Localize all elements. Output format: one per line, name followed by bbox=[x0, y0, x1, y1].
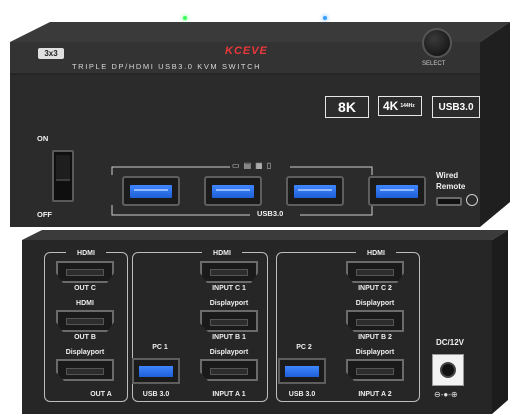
usb30-port-pc1[interactable] bbox=[132, 358, 180, 384]
out-a-label: OUT A bbox=[90, 391, 112, 398]
dp-label-a2: Displayport bbox=[355, 349, 395, 356]
dp-port-input-b2[interactable] bbox=[346, 310, 404, 332]
hdmi-label-out-b: HDMI bbox=[76, 300, 94, 307]
select-label: SELECT bbox=[422, 61, 446, 67]
dp-port-input-a1[interactable] bbox=[200, 359, 258, 381]
badge-4k-text: 4K bbox=[383, 99, 399, 113]
hdmi-port-out-b[interactable] bbox=[56, 310, 114, 332]
hdmi-label-out-c: HDMI bbox=[66, 250, 106, 257]
polarity-icon: ⊖-●-⊕ bbox=[434, 390, 458, 399]
product-title: TRIPLE DP/HDMI USB3.0 KVM SWITCH bbox=[72, 62, 262, 71]
input-a1-label: INPUT A 1 bbox=[212, 391, 246, 398]
usb-port-1[interactable] bbox=[122, 176, 180, 206]
input-a2-label: INPUT A 2 bbox=[358, 391, 392, 398]
dc-jack-hole bbox=[440, 362, 456, 378]
input-b2-label: INPUT B 2 bbox=[358, 334, 392, 341]
input-b1-label: INPUT B 1 bbox=[212, 334, 246, 341]
usb30-port-pc2[interactable] bbox=[278, 358, 326, 384]
badge-usb30: USB3.0 bbox=[432, 96, 480, 118]
model-tag: 3x3 bbox=[38, 48, 64, 59]
badge-144hz-text: 144Hz bbox=[400, 103, 415, 109]
select-button[interactable] bbox=[422, 28, 452, 58]
out-b-label: OUT B bbox=[74, 334, 96, 341]
pc1-label: PC 1 bbox=[152, 344, 168, 351]
dp-label-a1: Displayport bbox=[209, 349, 249, 356]
dp-port-out-a[interactable] bbox=[56, 359, 114, 381]
hdmi-label-c1: HDMI bbox=[202, 250, 242, 257]
power-on-label: ON bbox=[37, 134, 49, 143]
usb30-label: USB3.0 bbox=[257, 209, 284, 218]
dc-power-jack[interactable] bbox=[432, 354, 464, 386]
kvm-rear-unit: HDMI OUT C HDMI OUT B Displayport OUT A … bbox=[22, 230, 508, 414]
dp-port-input-a2[interactable] bbox=[346, 359, 404, 381]
usb30-label-pc2: USB 3.0 bbox=[288, 391, 316, 398]
dc-label: DC/12V bbox=[435, 338, 464, 347]
power-switch[interactable] bbox=[52, 150, 74, 202]
badge-4k-144hz: 4K 144Hz bbox=[378, 96, 422, 116]
input-c1-label: INPUT C 1 bbox=[212, 285, 246, 292]
hdmi-port-out-c[interactable] bbox=[56, 261, 114, 283]
dp-label-b1: Displayport bbox=[209, 300, 249, 307]
usb30-label-pc1: USB 3.0 bbox=[142, 391, 170, 398]
power-off-label: OFF bbox=[37, 210, 52, 219]
usb-port-3[interactable] bbox=[286, 176, 344, 206]
power-switch-rocker bbox=[56, 155, 70, 181]
brand-logo: KCEVE bbox=[225, 45, 268, 57]
badge-8k: 8K bbox=[325, 96, 369, 118]
hdmi-port-input-c1[interactable] bbox=[200, 261, 258, 283]
hdmi-label-c2: HDMI bbox=[356, 250, 396, 257]
led-green bbox=[183, 16, 187, 20]
out-c-label: OUT C bbox=[74, 285, 96, 292]
wired-remote-port[interactable] bbox=[436, 197, 462, 206]
dp-label-out-a: Displayport bbox=[65, 349, 105, 356]
remote-jack-icon bbox=[466, 194, 478, 206]
pc2-label: PC 2 bbox=[296, 344, 312, 351]
usb-port-4[interactable] bbox=[368, 176, 426, 206]
wired-remote-label: Wired Remote bbox=[436, 171, 466, 191]
input-c2-label: INPUT C 2 bbox=[358, 285, 392, 292]
dp-port-input-b1[interactable] bbox=[200, 310, 258, 332]
kvm-front-unit: 3x3 KCEVE TRIPLE DP/HDMI USB3.0 KVM SWIT… bbox=[10, 16, 510, 227]
hdmi-port-input-c2[interactable] bbox=[346, 261, 404, 283]
usb-port-2[interactable] bbox=[204, 176, 262, 206]
dp-label-b2: Displayport bbox=[355, 300, 395, 307]
led-blue bbox=[323, 16, 327, 20]
